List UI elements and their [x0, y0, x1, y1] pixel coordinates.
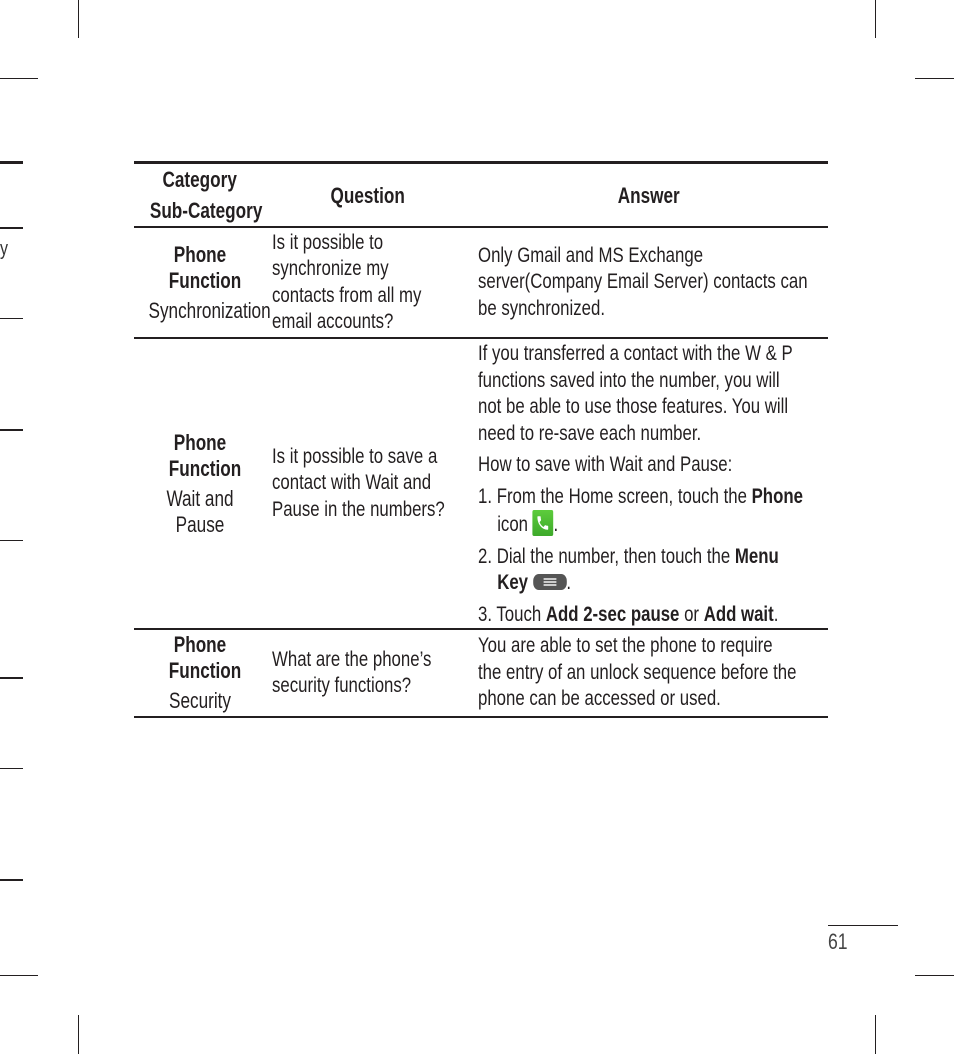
- question-cell: What are the phone’s security functions?: [272, 647, 432, 698]
- table-header-row: Category Sub-Category Question Answer: [134, 162, 828, 227]
- facing-page-text-fragment: y: [0, 238, 8, 260]
- answer-cell: You are able to set the phone to require…: [478, 634, 797, 711]
- table-row: Phone Function Security What are the pho…: [134, 629, 828, 717]
- question-cell: Is it possible to save a contact with Wa…: [272, 444, 445, 521]
- facing-page-rule: [0, 677, 23, 679]
- answer-cell: Only Gmail and MS Exchange server(Compan…: [478, 243, 808, 320]
- facing-page-rule: [0, 768, 23, 769]
- category-label: Phone Function: [168, 241, 242, 293]
- facing-page-rule: [0, 429, 23, 431]
- header-answer: Answer: [617, 182, 680, 208]
- category-cell: Phone Function Security: [134, 629, 266, 717]
- faq-table: Category Sub-Category Question Answer Ph…: [134, 161, 828, 718]
- crop-mark: [78, 0, 79, 38]
- category-cell: Phone Function Wait and Pause: [134, 338, 266, 629]
- step-3: 3. Touch Add 2-sec pause or Add wait.: [478, 602, 779, 626]
- crop-mark: [78, 1015, 79, 1054]
- table-row: Phone Function Wait and Pause Is it poss…: [134, 338, 828, 629]
- facing-page-rule: [0, 227, 23, 229]
- table-row: Phone Function Synchronization Is it pos…: [134, 227, 828, 338]
- subcategory-label: Wait and Pause: [166, 485, 234, 537]
- step-2: 2. Dial the number, then touch the Menu …: [478, 544, 779, 595]
- page-number: 61: [828, 929, 848, 954]
- header-category: Category Sub-Category: [149, 167, 263, 223]
- crop-mark: [0, 78, 38, 79]
- answer-howto: How to save with Wait and Pause:: [478, 453, 733, 476]
- answer-cell: If you transferred a contact with the W …: [470, 338, 828, 629]
- question-cell: Is it possible to synchronize my contact…: [272, 230, 422, 334]
- step-1: 1. From the Home screen, touch the Phone…: [478, 484, 803, 536]
- header-question: Question: [330, 182, 406, 208]
- answer-intro: If you transferred a contact with the W …: [478, 342, 793, 445]
- category-cell: Phone Function Synchronization: [134, 227, 271, 338]
- category-label: Phone Function: [168, 429, 242, 481]
- facing-page-rule: [0, 540, 23, 541]
- subcategory-label: Security: [168, 688, 231, 713]
- crop-mark: [0, 975, 38, 976]
- phone-icon: [532, 510, 554, 536]
- category-label: Phone Function: [168, 632, 242, 683]
- crop-mark: [875, 0, 876, 38]
- facing-page-rule: [0, 318, 23, 319]
- crop-mark: [915, 78, 954, 79]
- crop-mark: [875, 1015, 876, 1054]
- facing-page-rule: [0, 161, 23, 164]
- facing-page-rule: [0, 879, 23, 881]
- subcategory-label: Synchronization: [148, 297, 271, 323]
- menu-key-icon: [532, 574, 567, 590]
- page-number-rule: [828, 925, 898, 926]
- crop-mark: [915, 975, 954, 976]
